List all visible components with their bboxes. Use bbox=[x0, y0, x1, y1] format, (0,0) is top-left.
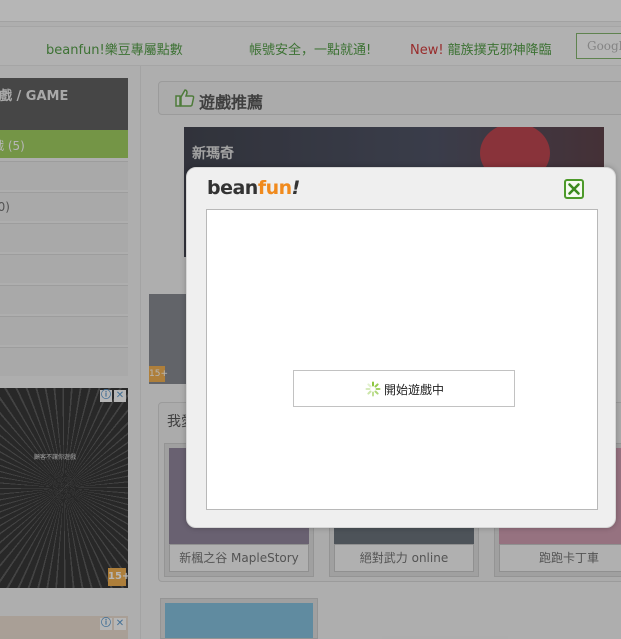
close-x-icon bbox=[568, 183, 580, 195]
launch-status-box: 開始遊戲中 bbox=[293, 370, 515, 407]
logo-bang: ! bbox=[291, 177, 301, 199]
close-button[interactable] bbox=[564, 179, 584, 199]
beanfun-logo: beanfun! bbox=[207, 177, 300, 199]
loading-spinner-icon bbox=[365, 381, 381, 397]
launch-status-text: 開始遊戲中 bbox=[384, 383, 445, 397]
launch-dialog: beanfun! 開始遊戲中 bbox=[186, 167, 616, 528]
logo-bean: bean bbox=[207, 177, 258, 199]
dialog-content-frame: 開始遊戲中 bbox=[206, 209, 598, 510]
logo-fun: fun bbox=[257, 177, 292, 199]
